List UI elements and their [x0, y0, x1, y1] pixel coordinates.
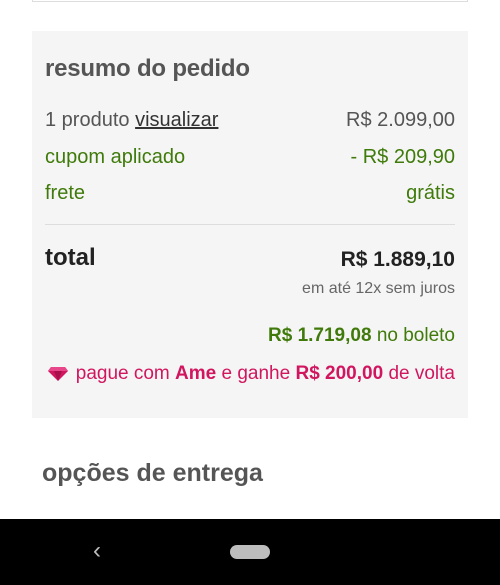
shipping-value: grátis — [406, 181, 455, 204]
ame-middle: e ganhe — [221, 363, 291, 384]
shipping-label: frete — [45, 181, 86, 204]
previous-card-edge — [32, 0, 468, 2]
coupon-label: cupom aplicado — [45, 145, 186, 168]
order-summary-title: resumo do pedido — [45, 55, 250, 82]
boleto-suffix: no boleto — [376, 325, 455, 346]
system-navigation-bar: ‹ — [0, 519, 500, 585]
back-icon[interactable]: ‹ — [88, 537, 106, 565]
view-products-link[interactable]: visualizar — [135, 109, 218, 131]
ame-suffix: de volta — [388, 363, 455, 384]
installments-text: em até 12x sem juros — [302, 280, 455, 297]
products-label: 1 produto visualizar — [45, 109, 218, 132]
delivery-options-title: opções de entrega — [42, 459, 263, 487]
ame-gem-icon — [47, 366, 69, 382]
boleto-price-line: R$ 1.719,08 no boleto — [268, 325, 455, 347]
ame-cashback-line: pague com Ame e ganhe R$ 200,00 de volta — [44, 362, 455, 386]
summary-divider — [45, 224, 455, 225]
shipping-row: frete grátis — [45, 181, 455, 205]
products-price: R$ 2.099,00 — [346, 108, 455, 131]
ame-brand: Ame — [175, 363, 217, 384]
ame-cashback-value: R$ 200,00 — [295, 363, 384, 384]
coupon-discount: - R$ 209,90 — [350, 145, 455, 168]
ame-prefix: pague com — [75, 363, 170, 384]
total-value: R$ 1.889,10 — [340, 248, 455, 271]
boleto-price: R$ 1.719,08 — [268, 325, 372, 346]
total-label: total — [45, 244, 96, 271]
order-summary-panel: resumo do pedido 1 produto visualizar R$… — [32, 31, 468, 418]
products-count: 1 produto — [45, 108, 130, 131]
coupon-row: cupom aplicado - R$ 209,90 — [45, 145, 455, 169]
products-row: 1 produto visualizar R$ 2.099,00 — [45, 108, 455, 132]
home-button[interactable] — [230, 545, 270, 559]
